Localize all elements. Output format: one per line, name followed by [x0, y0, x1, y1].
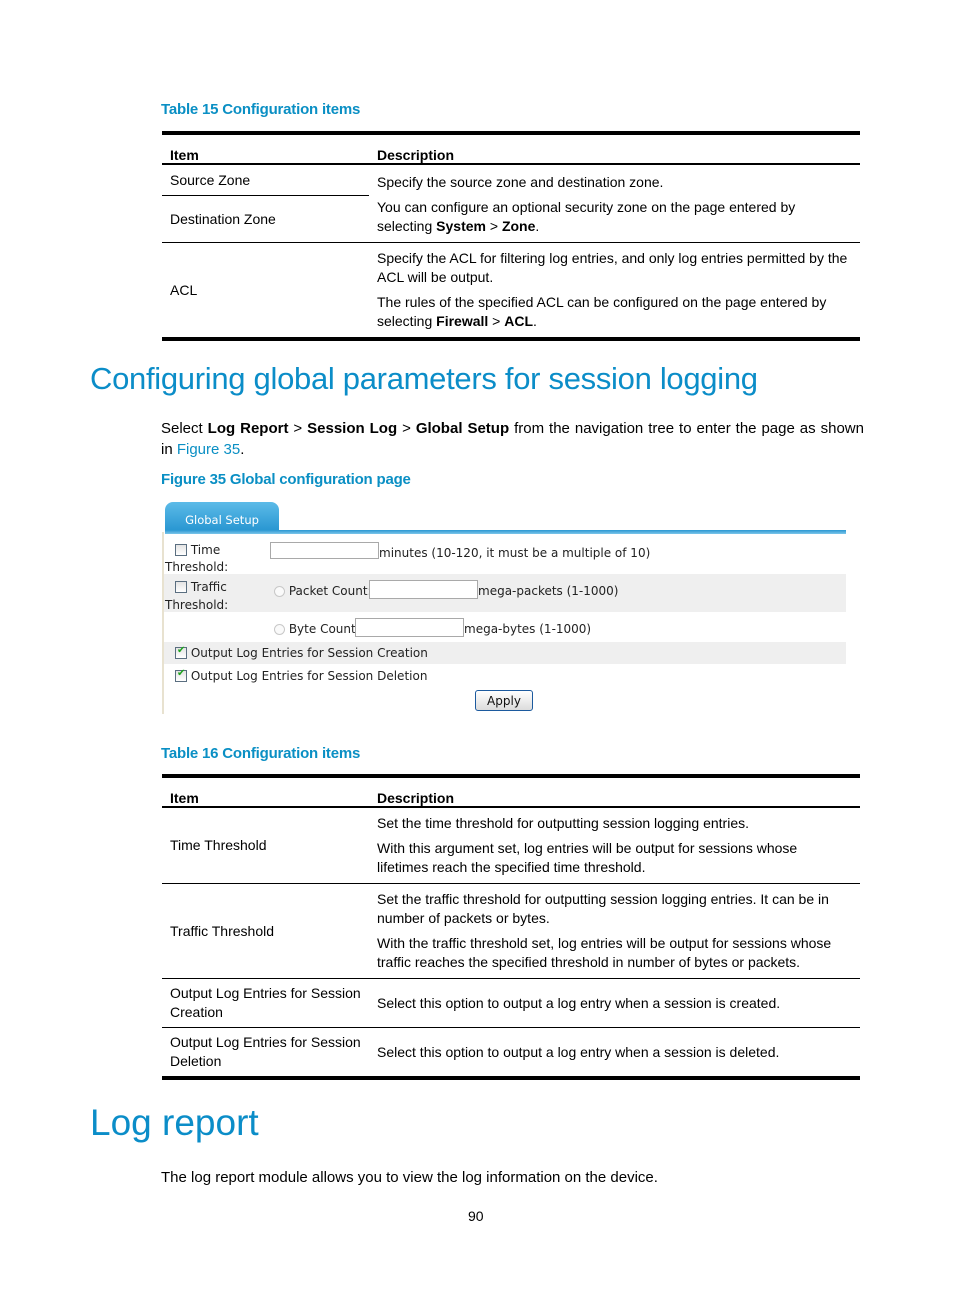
table16-desc: Set the time threshold for outputting se… [369, 807, 860, 884]
path-separator: > [397, 420, 416, 437]
output-creation-label: Output Log Entries for Session Creation [190, 646, 428, 660]
desc-paragraph: You can configure an optional security z… [377, 198, 852, 236]
section2-intro: The log report module allows you to view… [161, 1169, 658, 1186]
section1-intro: Select Log Report > Session Log > Global… [161, 418, 864, 460]
menu-path-acl: ACL [504, 313, 534, 329]
byte-count-row: Byte Count: mega-bytes (1-1000) [164, 612, 846, 642]
path-separator: > [485, 218, 502, 234]
menu-path-system: System [436, 218, 486, 234]
table16: Item Description Time Threshold Set the … [162, 774, 860, 1080]
byte-count-radio[interactable] [274, 624, 285, 635]
byte-count-option: Byte Count: [274, 622, 360, 636]
menu-path-zone: Zone [501, 218, 536, 234]
output-creation-checkbox[interactable] [175, 645, 187, 659]
traffic-threshold-label-line1: Traffic [175, 580, 227, 594]
byte-count-hint: mega-bytes (1-1000) [464, 622, 592, 636]
global-setup-figure: Global Setup Time Threshold: minutes (10… [162, 502, 846, 714]
tab-global-setup[interactable]: Global Setup [165, 502, 279, 530]
table15-desc-acl: Specify the ACL for filtering log entrie… [369, 242, 860, 341]
time-threshold-input[interactable] [270, 542, 379, 559]
packet-count-label: Packet Count: [288, 584, 372, 598]
table-row: Traffic Threshold Set the traffic thresh… [162, 883, 860, 979]
page-number: 90 [468, 1208, 484, 1224]
path-separator: > [488, 313, 505, 329]
table16-desc: Select this option to output a log entry… [369, 1027, 860, 1080]
desc-paragraph: Select this option to output a log entry… [377, 1043, 780, 1060]
table15-item-destination-zone: Destination Zone [162, 195, 369, 243]
traffic-threshold-label: Traffic [190, 580, 227, 594]
table-row: Output Log Entries for Session Creation … [162, 978, 860, 1028]
desc-paragraph: Specify the ACL for filtering log entrie… [377, 250, 848, 285]
table15-header-item: Item [162, 133, 369, 165]
time-threshold-hint: minutes (10-120, it must be a multiple o… [379, 546, 651, 560]
table15-desc-zones: Specify the source zone and destination … [369, 164, 860, 243]
packet-count-option: Packet Count: [274, 584, 372, 598]
table16-desc: Select this option to output a log entry… [369, 978, 860, 1028]
figure-35-link[interactable]: Figure 35 [177, 441, 240, 458]
output-creation-option: Output Log Entries for Session Creation [175, 645, 428, 660]
table-row: Output Log Entries for Session Deletion … [162, 1027, 860, 1080]
output-creation-row: Output Log Entries for Session Creation [164, 642, 846, 664]
table16-header-description: Description [369, 776, 860, 808]
traffic-threshold-label-line2: Threshold: [165, 598, 229, 612]
desc-text: . [533, 313, 537, 329]
table15-caption: Table 15 Configuration items [161, 101, 361, 118]
menu-path-global-setup: Global Setup [415, 420, 510, 437]
desc-paragraph: Select this option to output a log entry… [377, 994, 781, 1011]
table15-item-acl: ACL [162, 242, 369, 341]
byte-count-input[interactable] [355, 618, 464, 637]
desc-paragraph: Specify the source zone and destination … [377, 174, 664, 190]
output-deletion-row: Output Log Entries for Session Deletion [164, 664, 846, 686]
output-deletion-option: Output Log Entries for Session Deletion [175, 668, 428, 683]
table16-desc: Set the traffic threshold for outputting… [369, 883, 860, 979]
packet-count-input[interactable] [369, 580, 478, 599]
table16-header-row: Item Description [162, 776, 860, 808]
packet-count-radio[interactable] [274, 586, 285, 597]
path-separator: > [288, 420, 308, 437]
table16-caption: Table 16 Configuration items [161, 745, 361, 762]
byte-count-label: Byte Count: [288, 622, 360, 636]
table16-item: Output Log Entries for Session Deletion [162, 1027, 369, 1080]
time-threshold-checkbox[interactable] [175, 544, 187, 556]
desc-paragraph: Set the time threshold for outputting se… [377, 815, 749, 831]
table-row: Source Zone Specify the source zone and … [162, 164, 860, 243]
table-row: Time Threshold Set the time threshold fo… [162, 807, 860, 884]
table15: Item Description Source Zone Specify the… [162, 131, 860, 341]
table16-header-item: Item [162, 776, 369, 808]
table16-item: Traffic Threshold [162, 883, 369, 979]
table15-header-row: Item Description [162, 133, 860, 165]
traffic-threshold-checkbox[interactable] [175, 581, 187, 593]
section-heading-log-report: Log report [90, 1102, 259, 1143]
desc-paragraph: With this argument set, log entries will… [377, 840, 798, 875]
menu-path-session-log: Session Log [307, 420, 398, 437]
packet-count-hint: mega-packets (1-1000) [478, 584, 619, 598]
table16-item: Time Threshold [162, 807, 369, 884]
menu-path-log-report: Log Report [207, 420, 289, 437]
time-threshold-label-line1: Time [175, 543, 220, 557]
desc-paragraph: With the traffic threshold set, log entr… [377, 935, 832, 970]
desc-paragraph: The rules of the specified ACL can be co… [377, 293, 852, 331]
output-deletion-checkbox[interactable] [175, 668, 187, 682]
section-heading-global-parameters: Configuring global parameters for sessio… [90, 361, 758, 396]
desc-text: . [535, 218, 540, 234]
traffic-threshold-row: Traffic Threshold: Packet Count: mega-pa… [164, 574, 846, 612]
table15-item-source-zone: Source Zone [162, 164, 369, 197]
figure35-caption: Figure 35 Global configuration page [161, 471, 411, 488]
intro-text: . [240, 441, 245, 458]
tab-underline [165, 530, 846, 534]
apply-button[interactable]: Apply [475, 690, 533, 711]
time-threshold-label-line2: Threshold: [165, 560, 229, 574]
menu-path-firewall: Firewall [436, 313, 489, 329]
table15-header-description: Description [369, 133, 860, 165]
desc-paragraph: Set the traffic threshold for outputting… [377, 891, 829, 926]
table16-item: Output Log Entries for Session Creation [162, 978, 369, 1028]
output-deletion-label: Output Log Entries for Session Deletion [190, 669, 428, 683]
intro-text: Select [161, 420, 208, 437]
table-row: ACL Specify the ACL for filtering log en… [162, 242, 860, 341]
time-threshold-row: Time Threshold: minutes (10-120, it must… [164, 536, 846, 574]
time-threshold-label: Time [190, 543, 221, 557]
